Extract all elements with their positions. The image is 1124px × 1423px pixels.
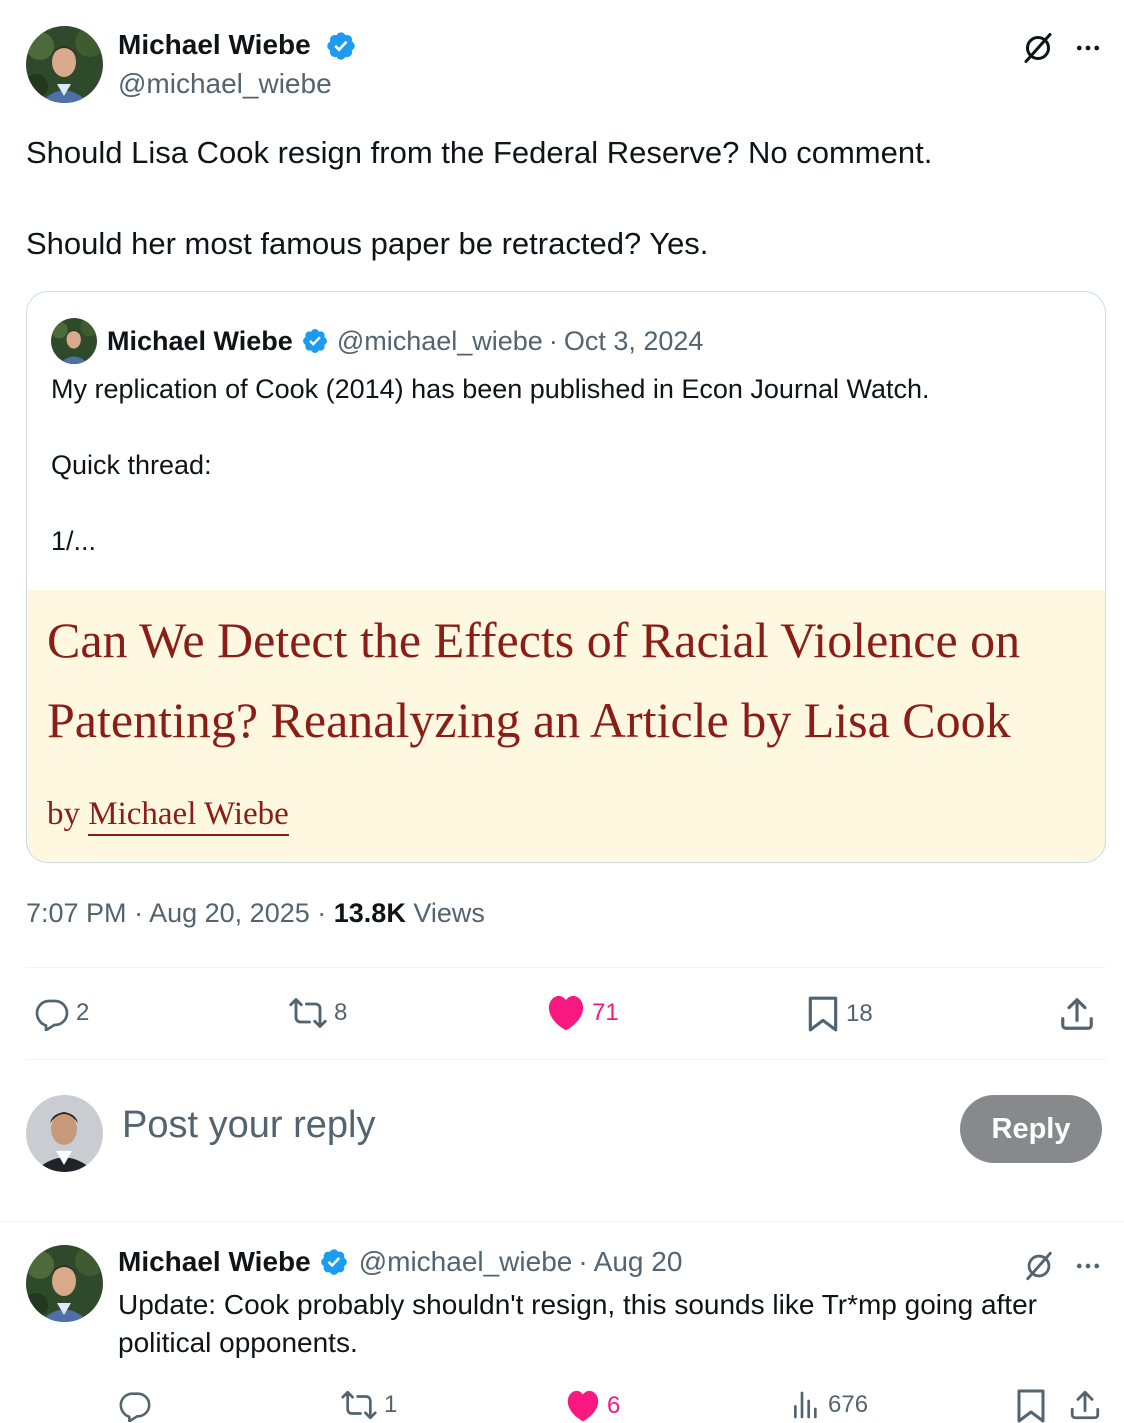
quote-text-line2: Quick thread: [51, 450, 212, 480]
verified-icon [302, 329, 327, 353]
meta-separator: · [317, 898, 334, 928]
tweet-meta: 7:07 PM · Aug 20, 2025 · 13.8K Views [26, 898, 485, 929]
tweet-text-line2: Should her most famous paper be retracte… [26, 226, 709, 261]
repost-icon [289, 998, 327, 1028]
paper-by-label: by [47, 796, 80, 832]
bookmark-icon [808, 996, 838, 1032]
quote-author-avatar [51, 318, 97, 364]
no-translate-icon[interactable] [1018, 28, 1058, 68]
repost-icon [341, 1390, 377, 1420]
paper-title-line1: Can We Detect the Effects of Racial Viol… [47, 612, 1021, 668]
bookmark-count: 18 [846, 1000, 873, 1027]
verified-icon [327, 32, 355, 60]
current-user-avatar[interactable] [26, 1095, 103, 1172]
quote-author-handle: @michael_wiebe [336, 325, 543, 356]
quoted-tweet[interactable]: Michael Wiebe @michael_wiebe · Oct 3, 20… [26, 291, 1106, 863]
more-icon[interactable] [1070, 30, 1106, 66]
author-name[interactable]: Michael Wiebe [118, 29, 311, 61]
reply-button[interactable]: 2 [34, 995, 89, 1031]
reply-count: 2 [76, 999, 90, 1026]
author-avatar-image [26, 26, 103, 103]
reply-share-button[interactable] [1068, 1388, 1102, 1422]
repost-count: 8 [334, 999, 348, 1026]
quote-author-name: Michael Wiebe [107, 325, 293, 356]
tweet-time[interactable]: 7:07 PM [26, 898, 127, 928]
reply-date[interactable]: Aug 20 [594, 1246, 683, 1278]
quote-text-line1: My replication of Cook (2014) has been p… [51, 374, 930, 404]
reply-text: Update: Cook probably shouldn't resign, … [118, 1289, 1037, 1358]
reply-bookmark-button[interactable] [1016, 1388, 1046, 1423]
heart-icon [548, 995, 584, 1031]
share-icon [1061, 998, 1093, 1030]
more-icon[interactable] [1070, 1248, 1106, 1284]
repost-button[interactable]: 8 [288, 995, 347, 1031]
reply-separator: · [578, 1246, 588, 1277]
verified-icon [320, 1249, 347, 1275]
reply-repost-button[interactable]: 1 [340, 1388, 397, 1422]
reply-repost-count: 1 [384, 1391, 398, 1418]
paper-title-line2: Patenting? Reanalyzing an Article by Lis… [47, 692, 1011, 748]
views-icon [794, 1391, 817, 1419]
current-user-avatar-image [26, 1095, 103, 1172]
reply-input[interactable]: Post your reply [122, 1104, 375, 1147]
divider [26, 967, 1106, 968]
tweet-text-line1: Should Lisa Cook resign from the Federal… [26, 135, 933, 170]
share-button[interactable] [1058, 995, 1096, 1033]
reply-author-avatar-image [26, 1245, 103, 1322]
reply-author-handle[interactable]: @michael_wiebe [359, 1246, 573, 1278]
divider [26, 1059, 1106, 1060]
like-button[interactable]: 71 [546, 995, 619, 1031]
reply-like-count: 6 [607, 1392, 621, 1419]
quote-date: Oct 3, 2024 [563, 325, 704, 356]
author-avatar[interactable] [26, 26, 103, 103]
paper-title: Can We Detect the Effects of Racial Viol… [47, 600, 1097, 760]
heart-icon [567, 1390, 599, 1422]
reply-header: Michael Wiebe @michael_wiebe · Aug 20 [118, 1246, 682, 1278]
views-count: 13.8K [333, 898, 406, 928]
share-icon [1070, 1390, 1100, 1420]
reply-icon [35, 999, 69, 1031]
divider [0, 1221, 1124, 1222]
quote-separator: · [548, 325, 558, 356]
reply-like-button[interactable]: 6 [565, 1390, 620, 1422]
paper-byline: by Michael Wiebe [47, 796, 289, 836]
reply-author-avatar[interactable] [26, 1245, 103, 1322]
reply-author-name[interactable]: Michael Wiebe [118, 1246, 311, 1278]
reply-submit-button[interactable]: Reply [960, 1095, 1102, 1163]
quote-media-image: Can We Detect the Effects of Racial Viol… [27, 590, 1105, 862]
reply-icon [119, 1392, 151, 1422]
paper-author: Michael Wiebe [88, 796, 289, 836]
meta-separator: · [134, 898, 150, 928]
bookmark-icon [1017, 1389, 1045, 1423]
like-count: 71 [592, 999, 619, 1026]
reply-views-button[interactable]: 676 [790, 1388, 868, 1422]
no-translate-icon[interactable] [1020, 1247, 1058, 1285]
quote-text-line3: 1/... [51, 526, 97, 556]
views-label: Views [413, 898, 485, 928]
reply-views-count: 676 [828, 1391, 869, 1418]
author-handle[interactable]: @michael_wiebe [118, 68, 332, 100]
tweet-date[interactable]: Aug 20, 2025 [149, 898, 310, 928]
reply-reply-button[interactable] [118, 1388, 158, 1422]
bookmark-button[interactable]: 18 [806, 995, 873, 1033]
